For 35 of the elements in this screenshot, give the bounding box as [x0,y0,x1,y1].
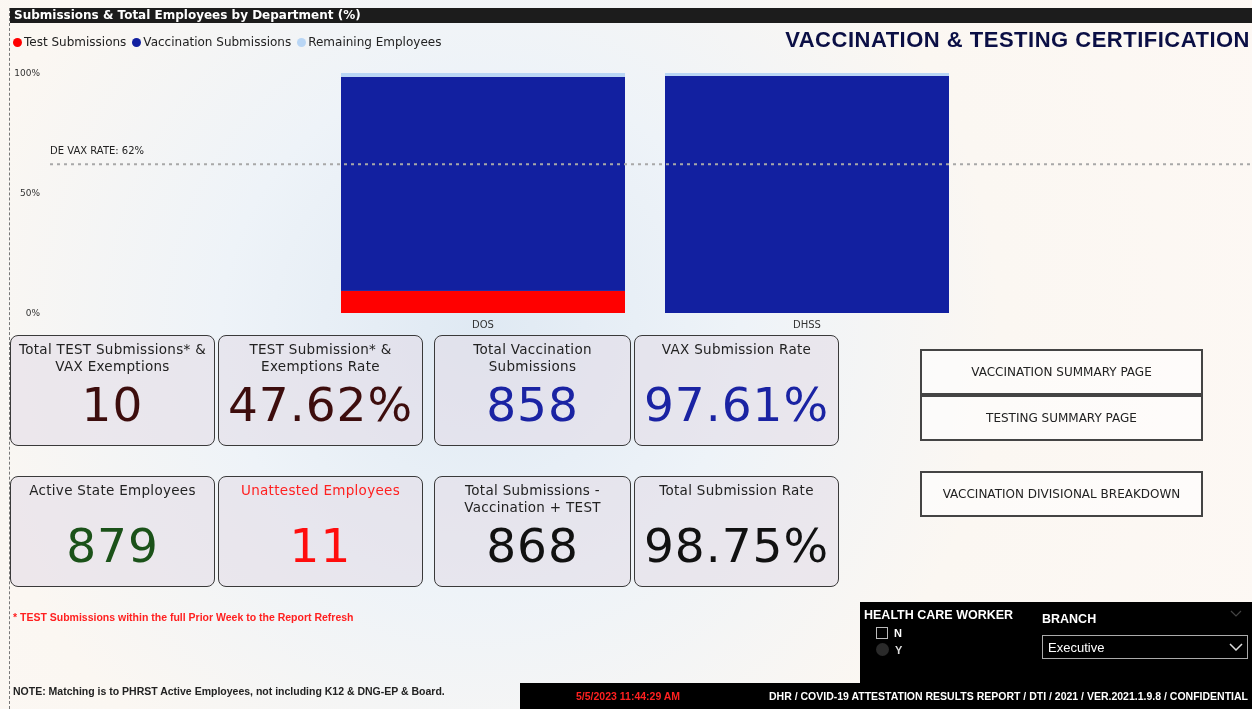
option-label: N [894,627,902,639]
kpi-label: Total Submissions - Vaccination + TEST [463,482,602,517]
category-label: DHSS [793,319,821,330]
axis-label: 100% [14,68,40,78]
filter-title: BRANCH [1042,612,1097,626]
legend-label: Vaccination Submissions [143,35,292,49]
axis-label: 0% [25,308,40,318]
legend-label: Test Submissions [24,35,127,49]
kpi-value: 10 [81,377,144,433]
category-label: DOS [472,319,494,330]
kpi-label: Total Submission Rate [658,482,815,500]
footer-text: DHR / COVID-19 ATTESTATION RESULTS REPORT / DTI / 2021 / VER.2021.1.9.8 / CONFIDENTIAL [769,690,1248,702]
axis-label: 50% [20,188,40,198]
kpi-value: 11 [289,518,352,574]
option-label: Y [895,643,903,656]
legend-label: Remaining Employees [308,35,442,49]
timestamp: 5/5/2023 11:44:29 AM [576,690,681,702]
reference-label: DE VAX RATE: 62% [50,145,145,157]
note-text: NOTE: Matching is to PHRST Active Employees, not including K12 & DNG-EP & Board. [13,685,446,697]
kpi-label: TEST Submission* & Exemptions Rate [248,341,393,376]
kpi-label: Active State Employees [28,482,197,500]
kpi-label: Total TEST Submissions* & VAX Exemptions [17,341,207,376]
report-title: VACCINATION & TESTING CERTIFICATION [785,27,1250,53]
chart-header: Submissions & Total Employees by Department (%) [10,8,1252,23]
kpi-label: VAX Submission Rate [660,341,813,359]
kpi-value: 98.75% [643,518,830,574]
kpi-label: Unattested Employees [240,482,401,500]
footnote: * TEST Submissions within the full Prior Week to the Report Refresh [13,611,355,623]
kpi-label: Total Vaccination Submissions [472,341,593,376]
kpi-value: 868 [486,518,579,574]
kpi-value: 858 [486,377,579,433]
kpi-value: 97.61% [643,377,830,433]
filter-title: HEALTH CARE WORKER [864,608,1014,622]
kpi-value: 879 [66,518,159,574]
kpi-value: 47.62% [227,377,414,433]
